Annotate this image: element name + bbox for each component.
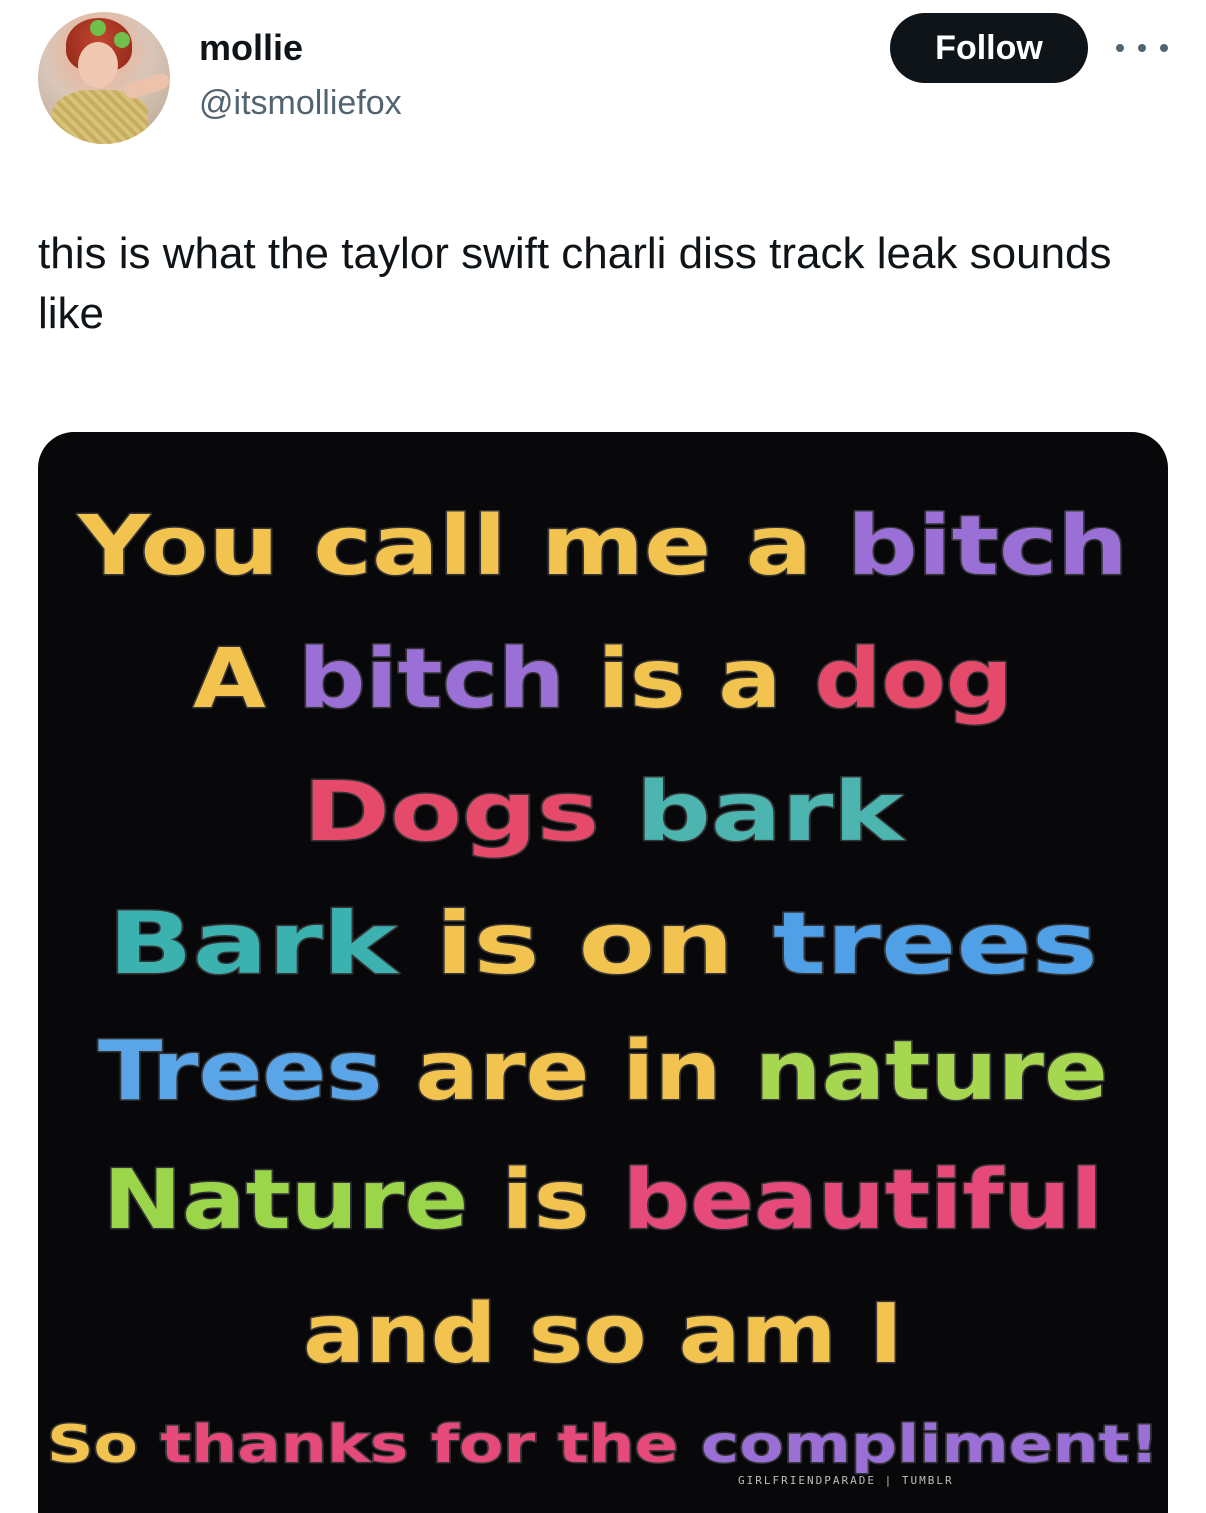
display-name[interactable]: mollie (199, 24, 303, 72)
meme-line: Bark is on trees (108, 894, 1098, 994)
tweet-media-image[interactable]: You call me a bitch A bitch is a dog Dogs … (38, 432, 1168, 1513)
meme-word: Nature (103, 1153, 501, 1248)
avatar-curler (114, 32, 130, 48)
meme-line: A bitch is a dog (193, 632, 1013, 727)
user-handle[interactable]: @itsmolliefox (199, 80, 402, 126)
meme-word: is (501, 1153, 622, 1248)
meme-word: A (193, 632, 298, 727)
meme-word: Trees (98, 1024, 415, 1119)
meme-word: thanks for the (160, 1415, 700, 1475)
meme-line: Nature is beautiful (103, 1153, 1103, 1248)
avatar-curler (90, 20, 106, 36)
meme-line: You call me a bitch (77, 499, 1128, 594)
meme-word: compliment! (701, 1415, 1159, 1475)
meme-word: are in (415, 1024, 754, 1119)
avatar[interactable] (38, 12, 170, 144)
dot (1160, 44, 1168, 52)
meme-word: Bark (108, 894, 435, 994)
meme-line: Trees are in nature (98, 1024, 1108, 1119)
meme-word: nature (755, 1024, 1108, 1119)
meme-image: You call me a bitchA bitch is a dogDogs … (46, 498, 1161, 1477)
meme-word: is a (565, 632, 814, 727)
meme-word: Dogs (303, 765, 636, 860)
meme-word: So (47, 1415, 160, 1475)
meme-watermark: GIRLFRIENDPARADE | TUMBLR (738, 1474, 954, 1487)
meme-word: and so am I (303, 1287, 903, 1382)
meme-word: beautiful (623, 1153, 1103, 1248)
meme-word: is on (435, 894, 772, 994)
meme-word: trees (773, 894, 1098, 994)
meme-line: Dogs bark (303, 765, 906, 860)
meme-word: bitch (298, 632, 565, 727)
meme-line: and so am I (303, 1287, 903, 1382)
meme-word: You call me a (77, 499, 847, 594)
meme-word: bark (636, 765, 906, 860)
follow-button[interactable]: Follow (890, 13, 1088, 83)
avatar-arm (122, 71, 170, 101)
tweet-text: this is what the taylor swift charli dis… (38, 229, 1112, 338)
dot (1138, 44, 1146, 52)
dot (1116, 44, 1124, 52)
meme-word: bitch (847, 499, 1128, 594)
meme-word: dog (814, 632, 1013, 727)
avatar-face (78, 42, 118, 88)
meme-line: So thanks for the compliment! (47, 1415, 1159, 1475)
more-options-icon[interactable] (1116, 38, 1168, 58)
